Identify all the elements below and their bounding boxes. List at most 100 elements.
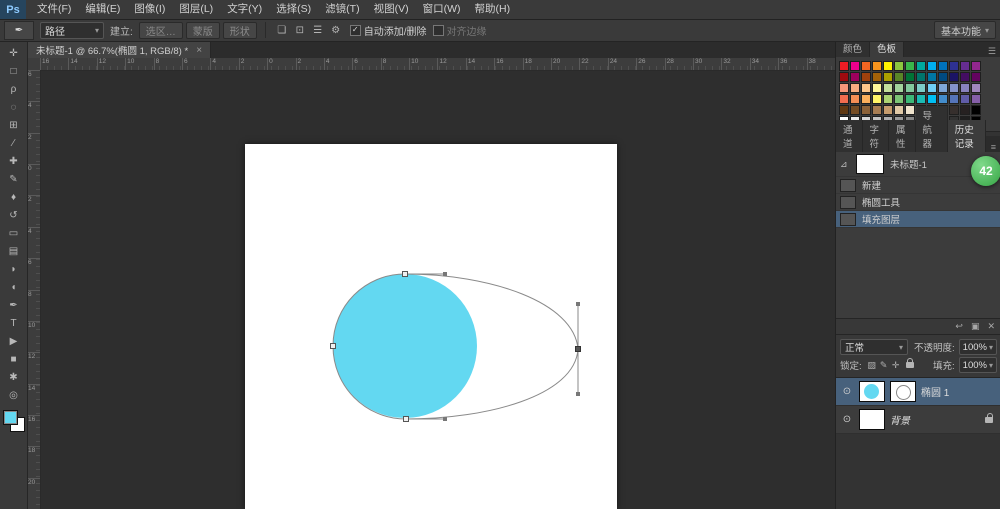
align-edges-checkbox[interactable]: 对齐边缘 <box>433 23 487 38</box>
color-swatch[interactable] <box>850 83 860 93</box>
color-swatch[interactable] <box>949 105 959 115</box>
color-swatch[interactable] <box>850 105 860 115</box>
path-editing-overlay[interactable] <box>245 144 617 509</box>
layer-thumbnail[interactable] <box>859 409 885 430</box>
options-icon[interactable]: ⊡ <box>292 23 308 38</box>
document-page[interactable] <box>245 144 617 509</box>
tab-导航器[interactable]: 导航器 <box>916 106 948 152</box>
panel-footer-icon[interactable]: ↩ <box>955 321 963 332</box>
tool-lasso[interactable]: ρ <box>3 80 25 98</box>
eye-icon[interactable]: ⊙ <box>840 386 854 397</box>
color-swatch[interactable] <box>971 72 981 82</box>
menu-item[interactable]: 文字(Y) <box>220 0 269 19</box>
tool-marquee[interactable]: □ <box>3 62 25 80</box>
color-swatch[interactable] <box>872 83 882 93</box>
tool-dodge[interactable]: ◖ <box>3 278 25 296</box>
workspace-switcher[interactable]: 基本功能 ▾ <box>934 21 996 39</box>
color-swatch[interactable] <box>894 94 904 104</box>
color-swatch[interactable] <box>960 94 970 104</box>
menu-item[interactable]: 帮助(H) <box>468 0 518 19</box>
color-swatch[interactable] <box>883 105 893 115</box>
color-swatch[interactable] <box>861 94 871 104</box>
tool-healing-brush[interactable]: ✚ <box>3 152 25 170</box>
canvas-viewport[interactable] <box>40 70 835 509</box>
tool-eraser[interactable]: ▭ <box>3 224 25 242</box>
color-swatch[interactable] <box>916 94 926 104</box>
color-swatch[interactable] <box>905 83 915 93</box>
panel-menu-icon[interactable]: ≡ <box>986 142 1000 152</box>
opacity-field[interactable]: 100% ▾ <box>959 339 997 355</box>
color-swatch[interactable] <box>916 83 926 93</box>
color-swatch[interactable] <box>883 72 893 82</box>
tool-history-brush[interactable]: ↺ <box>3 206 25 224</box>
color-swatch[interactable] <box>883 61 893 71</box>
document-tab[interactable]: 未标题-1 @ 66.7%(椭圆 1, RGB/8) * × <box>28 42 211 58</box>
color-swatch[interactable] <box>960 61 970 71</box>
eye-icon[interactable]: ⊙ <box>840 414 854 425</box>
anchor-point-left[interactable] <box>331 344 336 349</box>
history-step[interactable]: 椭圆工具 <box>836 194 1000 211</box>
tool-gradient[interactable]: ▤ <box>3 242 25 260</box>
layer-row[interactable]: ⊙椭圆 1 <box>836 378 1000 406</box>
make-button[interactable]: 形状 <box>223 22 257 39</box>
tab-通道[interactable]: 通道 <box>836 120 863 152</box>
options-icon[interactable]: ☰ <box>310 23 326 38</box>
color-swatch[interactable] <box>927 61 937 71</box>
color-swatch[interactable] <box>894 72 904 82</box>
close-icon[interactable]: × <box>196 45 202 56</box>
menu-item[interactable]: 图像(I) <box>127 0 172 19</box>
tool-pen[interactable]: ✒ <box>3 296 25 314</box>
color-swatch[interactable] <box>861 83 871 93</box>
lock-all-icon[interactable] <box>906 362 914 368</box>
lock-option-icon[interactable]: ✛ <box>890 359 902 371</box>
anchor-point-top[interactable] <box>403 272 408 277</box>
handle-end[interactable] <box>576 392 580 396</box>
make-button[interactable]: 蒙版 <box>186 22 220 39</box>
color-swatch[interactable] <box>949 83 959 93</box>
tool-clone-stamp[interactable]: ♦ <box>3 188 25 206</box>
color-swatch[interactable] <box>839 83 849 93</box>
color-swatch[interactable] <box>916 61 926 71</box>
menu-item[interactable]: 选择(S) <box>269 0 318 19</box>
color-swatch[interactable] <box>861 61 871 71</box>
color-swatch[interactable] <box>960 72 970 82</box>
color-swatch[interactable] <box>883 94 893 104</box>
menu-item[interactable]: 窗口(W) <box>416 0 468 19</box>
color-swatch[interactable] <box>938 72 948 82</box>
make-button[interactable]: 选区… <box>139 22 183 39</box>
color-swatch[interactable] <box>949 94 959 104</box>
panel-footer-icon[interactable]: ▣ <box>971 321 980 332</box>
tool-eyedropper[interactable]: ∕ <box>3 134 25 152</box>
tab-字符[interactable]: 字符 <box>863 120 890 152</box>
auto-add-delete-checkbox[interactable]: ✓ 自动添加/删除 <box>350 23 427 38</box>
tool-quick-select[interactable]: ◌ <box>3 98 25 116</box>
color-swatch[interactable] <box>960 83 970 93</box>
menu-item[interactable]: 滤镜(T) <box>318 0 366 19</box>
color-swatch[interactable] <box>883 83 893 93</box>
color-swatch[interactable] <box>938 61 948 71</box>
foreground-color-chip[interactable] <box>3 410 18 425</box>
menu-item[interactable]: 文件(F) <box>30 0 78 19</box>
color-swatch[interactable] <box>850 72 860 82</box>
color-swatch[interactable] <box>850 61 860 71</box>
color-swatch[interactable] <box>960 105 970 115</box>
color-swatch[interactable] <box>872 72 882 82</box>
color-swatch[interactable] <box>894 83 904 93</box>
color-swatch[interactable] <box>938 94 948 104</box>
color-swatch[interactable] <box>861 105 871 115</box>
tool-mode-select[interactable]: 路径 ▾ <box>40 22 104 39</box>
menu-item[interactable]: 视图(V) <box>367 0 416 19</box>
tool-crop[interactable]: ⊞ <box>3 116 25 134</box>
color-swatch[interactable] <box>850 94 860 104</box>
color-swatch[interactable] <box>905 105 915 115</box>
handle-end[interactable] <box>443 417 447 421</box>
tool-hand[interactable]: ✱ <box>3 368 25 386</box>
color-swatch[interactable] <box>949 72 959 82</box>
tool-type[interactable]: T <box>3 314 25 332</box>
color-swatch[interactable] <box>894 105 904 115</box>
options-icon[interactable]: ❏ <box>274 23 290 38</box>
tab-历史记录[interactable]: 历史记录 <box>948 120 986 152</box>
tool-zoom[interactable]: ◎ <box>3 386 25 404</box>
ellipse-shape[interactable] <box>333 274 477 418</box>
anchor-point-right[interactable] <box>576 347 581 352</box>
